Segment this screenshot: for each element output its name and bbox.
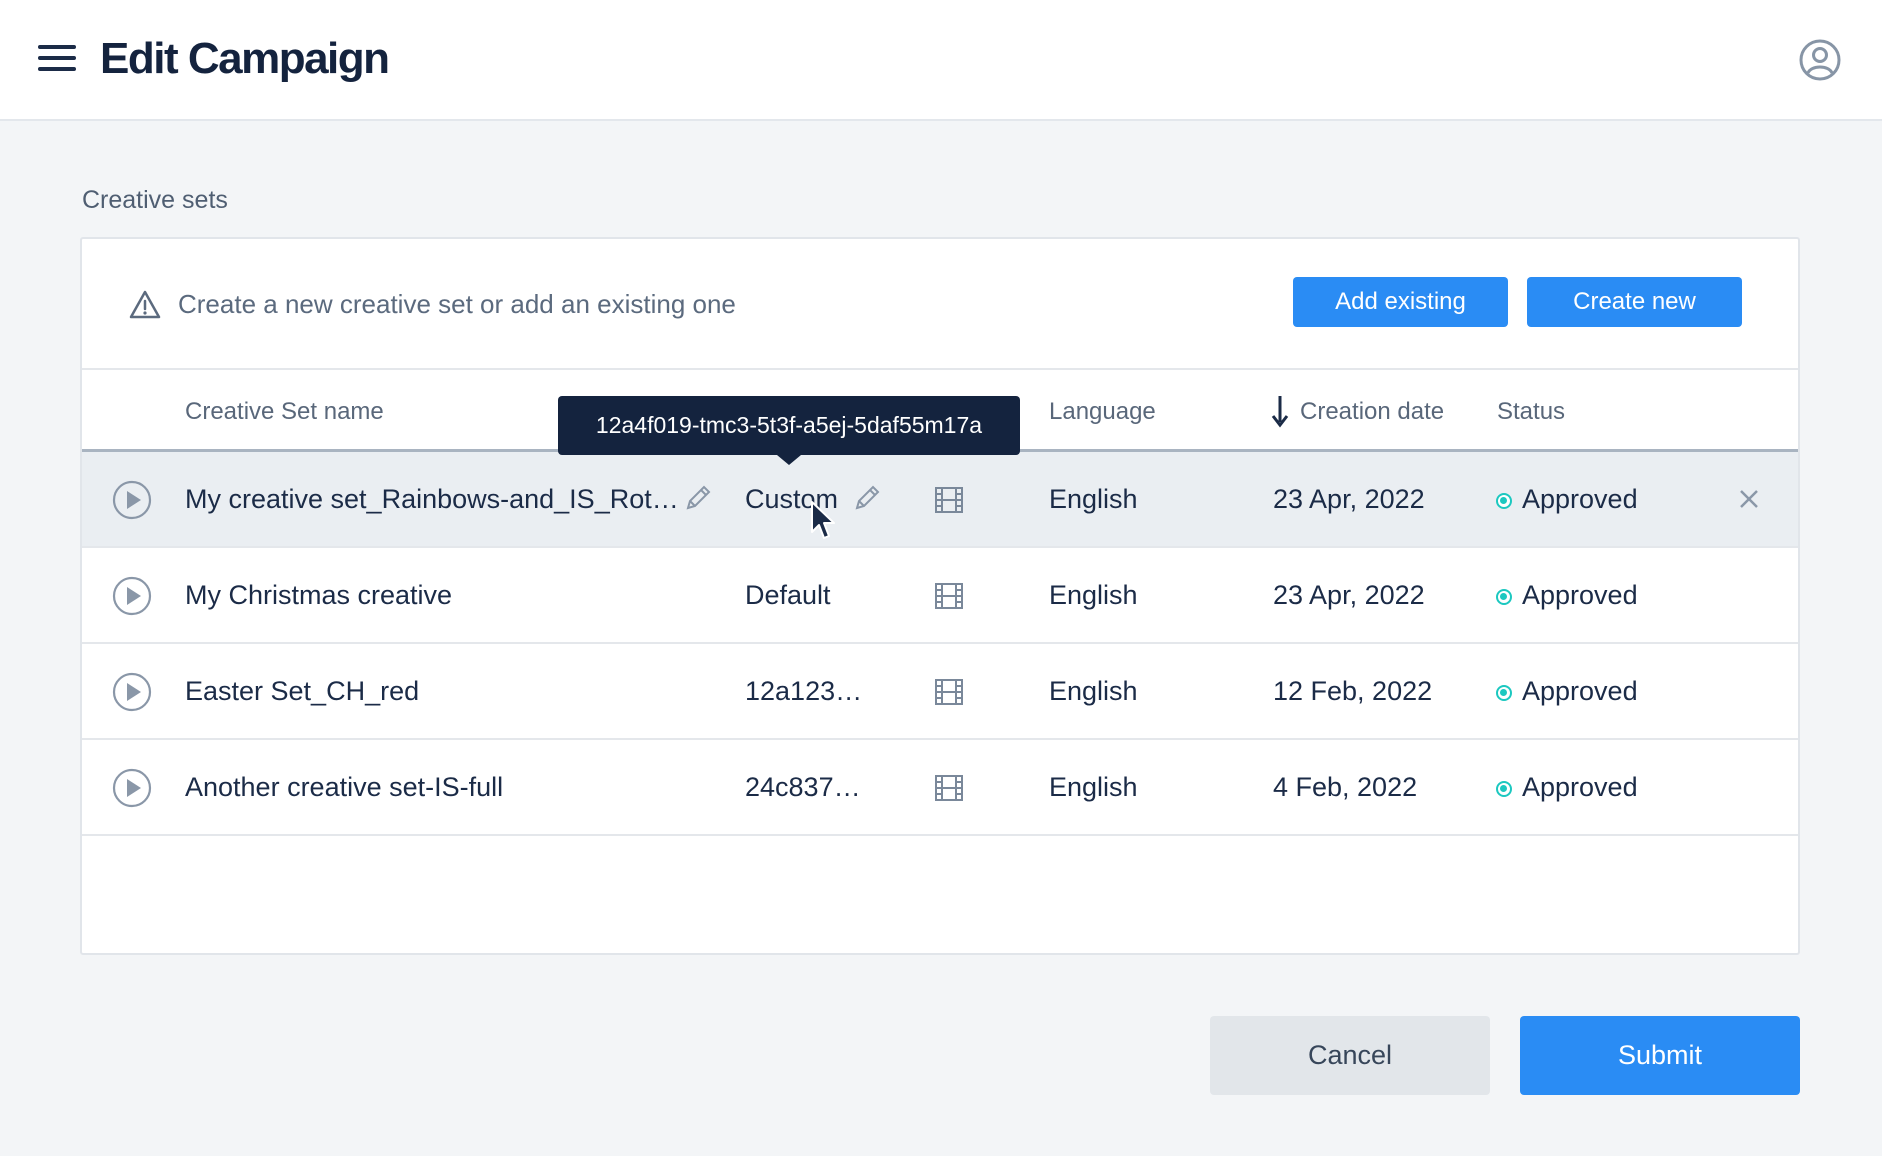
film-icon — [935, 679, 963, 705]
language-cell: English — [1049, 772, 1138, 802]
warning-triangle-icon — [129, 290, 161, 319]
create-new-button[interactable]: Create new — [1527, 277, 1742, 327]
table-row[interactable]: My creative set_Rainbows-and_IS_Rot… Cus… — [82, 452, 1798, 548]
hamburger-menu-icon[interactable] — [38, 42, 76, 72]
column-header-creation-date[interactable]: Creation date — [1300, 398, 1444, 426]
film-icon — [935, 775, 963, 801]
table-row[interactable]: Easter Set_CH_red 12a123… English 12 Feb… — [82, 644, 1798, 740]
date-cell: 12 Feb, 2022 — [1273, 676, 1433, 706]
column-header-name[interactable]: Creative Set name — [185, 398, 384, 426]
film-icon — [935, 487, 963, 513]
language-cell: English — [1049, 580, 1138, 610]
language-cell: English — [1049, 484, 1138, 514]
play-icon[interactable] — [112, 672, 152, 712]
date-cell: 23 Apr, 2022 — [1273, 484, 1425, 514]
column-header-language[interactable]: Language — [1049, 398, 1156, 426]
status-dot-icon — [1496, 589, 1512, 605]
top-bar: Edit Campaign — [0, 0, 1882, 121]
status-badge: Approved — [1522, 772, 1638, 802]
id-tooltip: 12a4f019-tmc3-5t3f-a5ej-5daf55m17a — [558, 396, 1020, 465]
play-icon[interactable] — [112, 576, 152, 616]
film-icon — [935, 583, 963, 609]
status-badge: Approved — [1522, 676, 1638, 706]
notice-text: Create a new creative set or add an exis… — [178, 289, 736, 319]
creative-variant[interactable]: 12a123… — [745, 676, 862, 707]
user-circle-icon[interactable] — [1799, 39, 1841, 81]
play-icon[interactable] — [112, 768, 152, 808]
pencil-edit-icon[interactable] — [851, 482, 883, 514]
add-existing-button[interactable]: Add existing — [1293, 277, 1508, 327]
page-title: Edit Campaign — [100, 34, 390, 83]
creative-set-name[interactable]: My creative set_Rainbows-and_IS_Rot… — [185, 484, 679, 515]
status-badge: Approved — [1522, 484, 1638, 514]
creative-variant[interactable]: 24c837… — [745, 772, 861, 803]
mouse-cursor-icon — [811, 501, 835, 539]
status-dot-icon — [1496, 781, 1512, 797]
status-badge: Approved — [1522, 580, 1638, 610]
creative-sets-panel: Create a new creative set or add an exis… — [80, 237, 1800, 955]
creative-variant[interactable]: Default — [745, 580, 831, 611]
creative-set-name[interactable]: Another creative set-IS-full — [185, 772, 503, 803]
close-icon[interactable] — [1738, 488, 1760, 510]
language-cell: English — [1049, 676, 1138, 706]
section-title: Creative sets — [82, 186, 228, 214]
creative-set-name[interactable]: Easter Set_CH_red — [185, 676, 419, 707]
sort-descending-icon[interactable] — [1270, 394, 1290, 428]
play-icon[interactable] — [112, 480, 152, 520]
creative-set-name[interactable]: My Christmas creative — [185, 580, 452, 611]
status-dot-icon — [1496, 493, 1512, 509]
cancel-button[interactable]: Cancel — [1210, 1016, 1490, 1095]
status-dot-icon — [1496, 685, 1512, 701]
column-header-status[interactable]: Status — [1497, 398, 1565, 426]
date-cell: 4 Feb, 2022 — [1273, 772, 1418, 802]
table-row[interactable]: Another creative set-IS-full 24c837… Eng… — [82, 740, 1798, 836]
table-row[interactable]: My Christmas creative Default English 23… — [82, 548, 1798, 644]
date-cell: 23 Apr, 2022 — [1273, 580, 1425, 610]
submit-button[interactable]: Submit — [1520, 1016, 1800, 1095]
pencil-edit-icon[interactable] — [682, 482, 714, 514]
